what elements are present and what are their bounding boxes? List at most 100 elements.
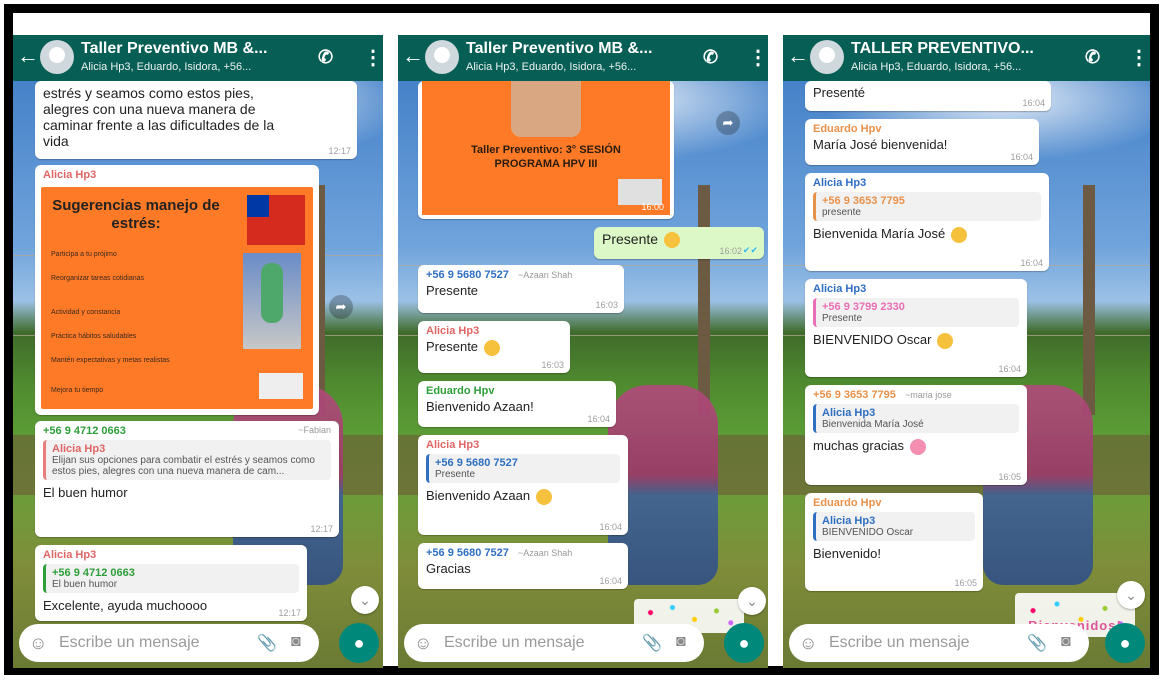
quoted-message[interactable]: +56 9 3799 2330 Presente bbox=[813, 298, 1019, 327]
quoted-message[interactable]: Alicia Hp3 Bienvenida María José bbox=[813, 404, 1019, 433]
chat-header: ← Taller Preventivo MB &... Alicia Hp3, … bbox=[398, 35, 768, 81]
message-input[interactable]: ☺ Escribe un mensaje 📎 ◙ bbox=[789, 624, 1089, 662]
quoted-text: Bienvenida María José bbox=[822, 419, 924, 430]
back-arrow-icon[interactable]: ← bbox=[402, 45, 424, 67]
add-call-icon[interactable]: ✆ bbox=[1085, 47, 1100, 68]
chat-title[interactable]: Taller Preventivo MB &... bbox=[81, 40, 267, 58]
message-list[interactable]: Taller Preventivo: 3° SESIÓN PROGRAMA HP… bbox=[398, 81, 768, 633]
paperclip-icon[interactable]: 📎 bbox=[642, 633, 662, 653]
chat-participants[interactable]: Alicia Hp3, Eduardo, Isidora, +56... bbox=[466, 61, 636, 73]
add-call-icon[interactable]: ✆ bbox=[318, 47, 333, 68]
message-bubble[interactable]: +56 9 5680 7527 ~Azaan Shah Presente 16:… bbox=[418, 265, 624, 313]
outgoing-message-bubble[interactable]: Presente 16:02 ✔✔ bbox=[594, 227, 764, 259]
quoted-text: Elijan sus opciones para combatir el est… bbox=[52, 455, 315, 477]
camera-icon[interactable]: ◙ bbox=[291, 633, 301, 651]
quoted-message[interactable]: +56 9 5680 7527 Presente bbox=[426, 454, 620, 483]
message-input-placeholder: Escribe un mensaje bbox=[444, 634, 585, 651]
read-receipt-icon: ✔✔ bbox=[742, 245, 758, 255]
more-vert-icon[interactable]: ⋮ bbox=[1129, 45, 1149, 70]
image-message-bubble[interactable]: Alicia Hp3 Sugerencias manejo de estrés:… bbox=[35, 165, 319, 415]
message-sender: Alicia Hp3 bbox=[426, 439, 480, 451]
smiley-icon[interactable]: ☺ bbox=[29, 633, 47, 654]
group-avatar[interactable] bbox=[40, 40, 74, 74]
message-text: Bienvenido Azaan! bbox=[426, 399, 534, 414]
message-bubble[interactable]: estrés y seamos como estos pies, alegres… bbox=[35, 81, 357, 159]
message-input[interactable]: ☺ Escribe un mensaje 📎 ◙ bbox=[19, 624, 319, 662]
stress-tips-flyer-image[interactable]: Sugerencias manejo de estrés: Participa … bbox=[41, 187, 313, 409]
chat-title[interactable]: TALLER PREVENTIVO... bbox=[851, 40, 1034, 58]
message-composer: ☺ Escribe un mensaje 📎 ◙ ● bbox=[13, 618, 383, 668]
message-time: 16:00 bbox=[641, 202, 664, 212]
forward-icon[interactable]: ➦ bbox=[716, 111, 740, 135]
paperclip-icon[interactable]: 📎 bbox=[1027, 633, 1047, 653]
message-bubble[interactable]: Alicia Hp3 +56 9 5680 7527 Presente Bien… bbox=[418, 435, 628, 535]
message-input-placeholder: Escribe un mensaje bbox=[829, 634, 970, 651]
chat-participants[interactable]: Alicia Hp3, Eduardo, Isidora, +56... bbox=[851, 61, 1021, 73]
message-bubble[interactable]: Alicia Hp3 +56 9 3799 2330 Presente BIEN… bbox=[805, 279, 1027, 377]
session-poster-image[interactable]: Taller Preventivo: 3° SESIÓN PROGRAMA HP… bbox=[422, 81, 670, 215]
message-list[interactable]: estrés y seamos como estos pies, alegres… bbox=[13, 81, 383, 621]
mic-button[interactable]: ● bbox=[724, 623, 764, 663]
mic-button[interactable]: ● bbox=[1105, 623, 1145, 663]
add-call-icon[interactable]: ✆ bbox=[703, 47, 718, 68]
chat-title[interactable]: Taller Preventivo MB &... bbox=[466, 40, 652, 58]
message-sender: +56 9 5680 7527 bbox=[426, 269, 509, 281]
scroll-down-button[interactable]: ⌄ bbox=[351, 586, 379, 614]
outer-border: ← Taller Preventivo MB &... Alicia Hp3, … bbox=[4, 4, 1159, 675]
quoted-message[interactable]: +56 9 4712 0663 El buen humor bbox=[43, 564, 299, 593]
message-text: Presente bbox=[426, 283, 479, 298]
quoted-text: Presente bbox=[435, 469, 476, 480]
mic-button[interactable]: ● bbox=[339, 623, 379, 663]
quoted-message[interactable]: +56 9 3653 7795 presente bbox=[813, 192, 1041, 221]
quoted-sender: +56 9 5680 7527 bbox=[435, 457, 518, 469]
message-sender: +56 9 5680 7527 bbox=[426, 547, 509, 559]
message-bubble[interactable]: +56 9 4712 0663 ~Fabian Alicia Hp3 Elija… bbox=[35, 421, 339, 537]
chat-panel-2: ← Taller Preventivo MB &... Alicia Hp3, … bbox=[398, 35, 768, 668]
message-sender: Eduardo Hpv bbox=[426, 385, 495, 397]
message-bubble[interactable]: Alicia Hp3 Presente 16:03 bbox=[418, 321, 570, 373]
message-bubble[interactable]: Alicia Hp3 +56 9 4712 0663 El buen humor… bbox=[35, 545, 307, 621]
chat-participants[interactable]: Alicia Hp3, Eduardo, Isidora, +56... bbox=[81, 61, 251, 73]
back-arrow-icon[interactable]: ← bbox=[787, 45, 809, 67]
message-bubble[interactable]: Presenté 16:04 bbox=[805, 81, 1051, 111]
message-text-value: muchas gracias bbox=[813, 438, 905, 453]
emoji-icon bbox=[937, 332, 954, 349]
group-avatar[interactable] bbox=[425, 40, 459, 74]
scroll-down-button[interactable]: ⌄ bbox=[1117, 581, 1145, 609]
message-sender: Alicia Hp3 bbox=[426, 325, 480, 337]
message-bubble[interactable]: Alicia Hp3 +56 9 3653 7795 presente Bien… bbox=[805, 173, 1049, 271]
message-text-line: estrés y seamos como estos pies, bbox=[43, 85, 254, 101]
quoted-message[interactable]: Alicia Hp3 BIENVENIDO Oscar bbox=[813, 512, 975, 541]
flyer-tip: Participa a tu prójimo bbox=[51, 251, 117, 258]
message-input-placeholder: Escribe un mensaje bbox=[59, 634, 200, 651]
message-time: 16:05 bbox=[954, 578, 977, 588]
camera-icon[interactable]: ◙ bbox=[1061, 633, 1071, 651]
back-arrow-icon[interactable]: ← bbox=[17, 45, 39, 67]
flyer-tip: Actividad y constancia bbox=[51, 309, 121, 316]
message-time: 16:04 bbox=[587, 414, 610, 424]
scroll-down-button[interactable]: ⌄ bbox=[738, 587, 766, 615]
message-text: Presenté bbox=[813, 85, 866, 100]
paperclip-icon[interactable]: 📎 bbox=[257, 633, 277, 653]
message-time: 12:17 bbox=[328, 146, 351, 156]
more-vert-icon[interactable]: ⋮ bbox=[363, 45, 383, 70]
message-list[interactable]: Presenté 16:04 Eduardo Hpv María José bi… bbox=[783, 81, 1150, 637]
camera-icon[interactable]: ◙ bbox=[676, 633, 686, 651]
message-text-line: alegres con una nueva manera de bbox=[43, 101, 256, 117]
sender-alias: ~Azaan Shah bbox=[517, 270, 573, 280]
chat-panel-1: ← Taller Preventivo MB &... Alicia Hp3, … bbox=[13, 35, 383, 668]
message-text: Excelente, ayuda muchoooo bbox=[43, 598, 208, 613]
image-message-bubble[interactable]: Taller Preventivo: 3° SESIÓN PROGRAMA HP… bbox=[418, 81, 674, 219]
message-bubble[interactable]: +56 9 3653 7795 ~maria jose Alicia Hp3 B… bbox=[805, 385, 1027, 485]
message-bubble[interactable]: Eduardo Hpv María José bienvenida! 16:04 bbox=[805, 119, 1039, 165]
quoted-message[interactable]: Alicia Hp3 Elijan sus opciones para comb… bbox=[43, 440, 331, 480]
message-input[interactable]: ☺ Escribe un mensaje 📎 ◙ bbox=[404, 624, 704, 662]
group-avatar[interactable] bbox=[810, 40, 844, 74]
message-bubble[interactable]: +56 9 5680 7527 ~Azaan Shah Gracias 16:0… bbox=[418, 543, 628, 589]
smiley-icon[interactable]: ☺ bbox=[414, 633, 432, 654]
message-bubble[interactable]: Eduardo Hpv Alicia Hp3 BIENVENIDO Oscar … bbox=[805, 493, 983, 591]
more-vert-icon[interactable]: ⋮ bbox=[748, 45, 768, 70]
smiley-icon[interactable]: ☺ bbox=[799, 633, 817, 654]
message-bubble[interactable]: Eduardo Hpv Bienvenido Azaan! 16:04 bbox=[418, 381, 616, 427]
forward-icon[interactable]: ➦ bbox=[329, 295, 353, 319]
